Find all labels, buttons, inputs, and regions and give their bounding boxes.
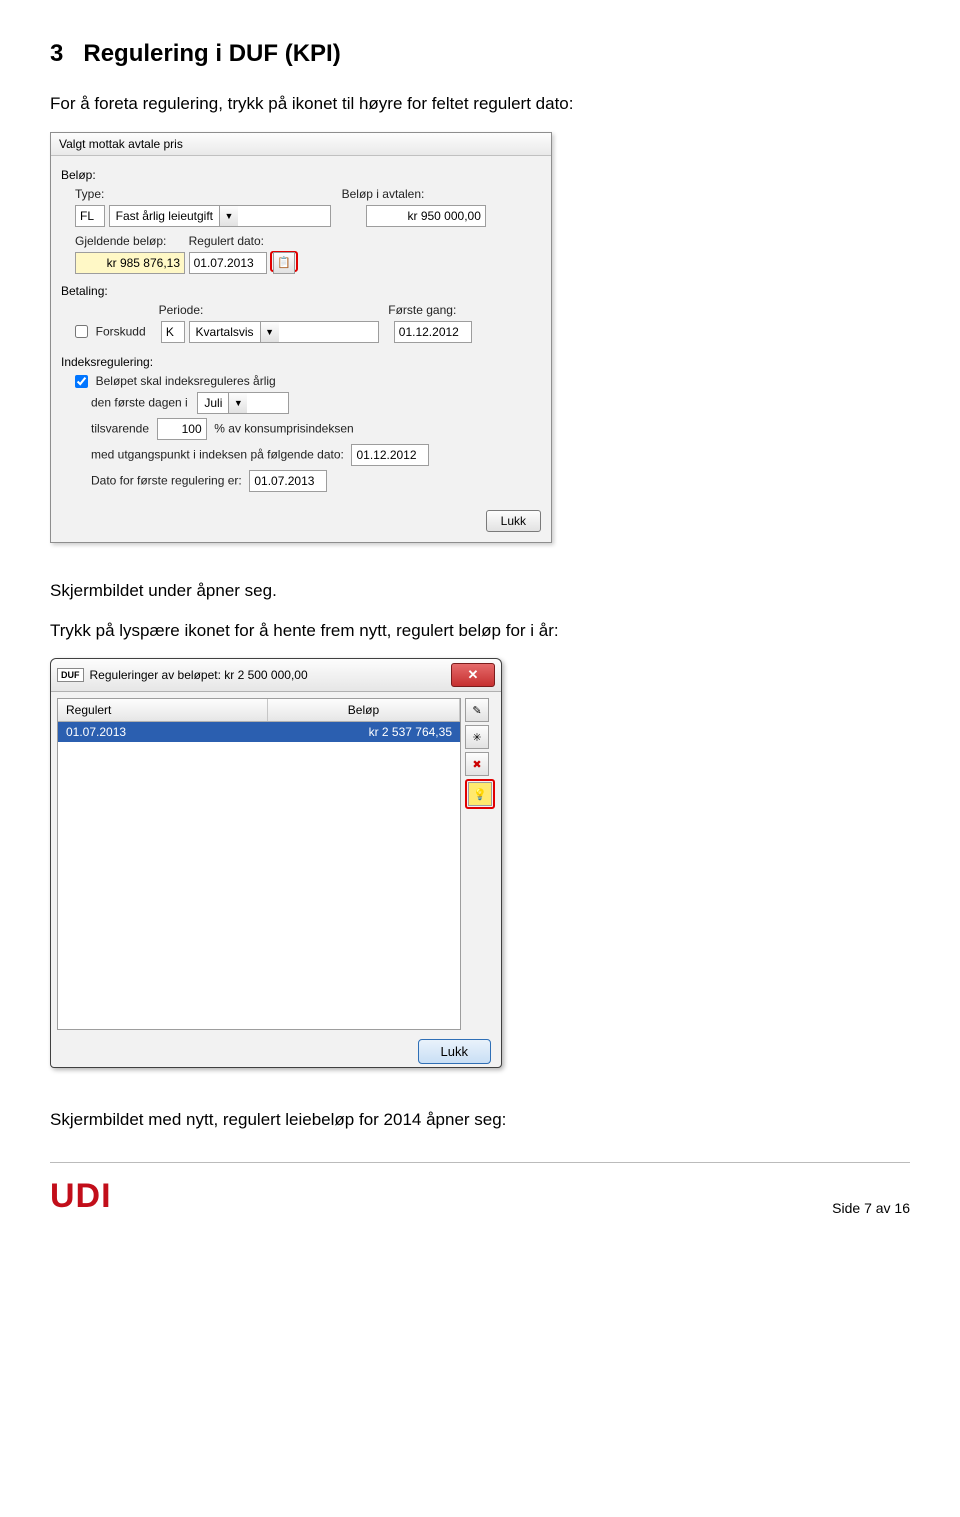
page-number: Side 7 av 16: [832, 1200, 910, 1216]
section-title: Regulering i DUF (KPI): [83, 40, 340, 67]
cell-date: 01.07.2013: [58, 722, 267, 742]
indeks-first-reg-field[interactable]: 01.07.2013: [249, 470, 327, 492]
forste-gang-label: Første gang:: [388, 303, 456, 317]
section-heading: 3 Regulering i DUF (KPI): [50, 40, 910, 68]
chevron-down-icon: ▼: [228, 393, 247, 413]
table-row[interactable]: 01.07.2013 kr 2 537 764,35: [58, 722, 460, 742]
indeks-month-dropdown[interactable]: Juli ▼: [197, 392, 289, 414]
mid-paragraph-2: Trykk på lyspære ikonet for å hente frem…: [50, 619, 910, 643]
footer-rule: [50, 1162, 910, 1163]
betaling-section-label: Betaling:: [61, 284, 541, 298]
udi-logo: UDI: [50, 1177, 112, 1216]
belop-i-avtalen-label: Beløp i avtalen:: [342, 187, 425, 201]
indeks-check-label: Beløpet skal indeksreguleres årlig: [96, 374, 276, 388]
indeks-month-value: Juli: [198, 396, 228, 410]
lightbulb-icon[interactable]: 💡: [468, 782, 492, 806]
calendar-icon[interactable]: 📋: [273, 252, 295, 274]
section-number: 3: [50, 40, 63, 67]
indeksregulering-section-label: Indeksregulering:: [61, 355, 541, 369]
forste-gang-field[interactable]: 01.12.2012: [394, 321, 472, 343]
dialog-titlebar: DUF Reguleringer av beløpet: kr 2 500 00…: [51, 659, 501, 692]
indeks-line4-prefix: Dato for første regulering er:: [91, 473, 242, 487]
col-regulert[interactable]: Regulert: [58, 699, 268, 721]
periode-dropdown[interactable]: Kvartalsvis ▼: [189, 321, 379, 343]
lukk-button[interactable]: Lukk: [418, 1039, 491, 1064]
indeks-line1-prefix: den første dagen i: [91, 395, 188, 409]
regulert-dato-field[interactable]: 01.07.2013: [189, 252, 267, 274]
close-button[interactable]: ✕: [451, 663, 495, 687]
avtale-pris-window: Valgt mottak avtale pris Beløp: Type: Be…: [50, 132, 552, 543]
periode-label: Periode:: [159, 303, 385, 317]
highlight-box: 💡: [465, 779, 495, 809]
lukk-button[interactable]: Lukk: [486, 510, 541, 532]
dialog-title: Reguleringer av beløpet: kr 2 500 000,00: [90, 668, 308, 682]
forskudd-label: Forskudd: [96, 324, 146, 338]
indeks-percent-field[interactable]: 100: [157, 418, 207, 440]
type-dropdown[interactable]: Fast årlig leieutgift ▼: [109, 205, 331, 227]
indeks-line2-suffix: % av konsumprisindeksen: [214, 421, 353, 435]
type-label: Type:: [75, 187, 104, 201]
reguleringer-table: Regulert Beløp 01.07.2013 kr 2 537 764,3…: [57, 698, 461, 1030]
type-value: Fast årlig leieutgift: [110, 209, 219, 223]
regulert-dato-label: Regulert dato:: [189, 234, 264, 248]
edit-icon[interactable]: ✎: [465, 698, 489, 722]
forskudd-checkbox[interactable]: [75, 325, 88, 338]
indeks-line3-prefix: med utgangspunkt i indeksen på følgende …: [91, 447, 344, 461]
periode-value: Kvartalsvis: [190, 325, 260, 339]
col-belop[interactable]: Beløp: [268, 699, 460, 721]
highlight-box: 📋: [270, 251, 298, 272]
belop-section-label: Beløp:: [61, 168, 541, 182]
intro-paragraph: For å foreta regulering, trykk på ikonet…: [50, 92, 910, 116]
chevron-down-icon: ▼: [219, 206, 238, 226]
belop-i-avtalen-field[interactable]: kr 950 000,00: [366, 205, 486, 227]
indeks-checkbox[interactable]: [75, 375, 88, 388]
gjeldende-belop-label: Gjeldende beløp:: [75, 234, 185, 248]
indeks-line2-prefix: tilsvarende: [91, 421, 149, 435]
indeks-basis-date-field[interactable]: 01.12.2012: [351, 444, 429, 466]
new-icon[interactable]: ✳: [465, 725, 489, 749]
outro-paragraph: Skjermbildet med nytt, regulert leiebelø…: [50, 1108, 910, 1132]
duf-badge: DUF: [57, 668, 84, 682]
periode-code-field[interactable]: K: [161, 321, 185, 343]
gjeldende-belop-field[interactable]: kr 985 876,13: [75, 252, 185, 274]
reguleringer-dialog: DUF Reguleringer av beløpet: kr 2 500 00…: [50, 658, 502, 1068]
delete-icon[interactable]: ✖: [465, 752, 489, 776]
mid-paragraph-1: Skjermbildet under åpner seg.: [50, 579, 910, 603]
type-code-field[interactable]: FL: [75, 205, 105, 227]
chevron-down-icon: ▼: [260, 322, 279, 342]
cell-amount: kr 2 537 764,35: [267, 722, 460, 742]
window-title: Valgt mottak avtale pris: [51, 133, 551, 156]
close-icon: ✕: [468, 667, 479, 683]
